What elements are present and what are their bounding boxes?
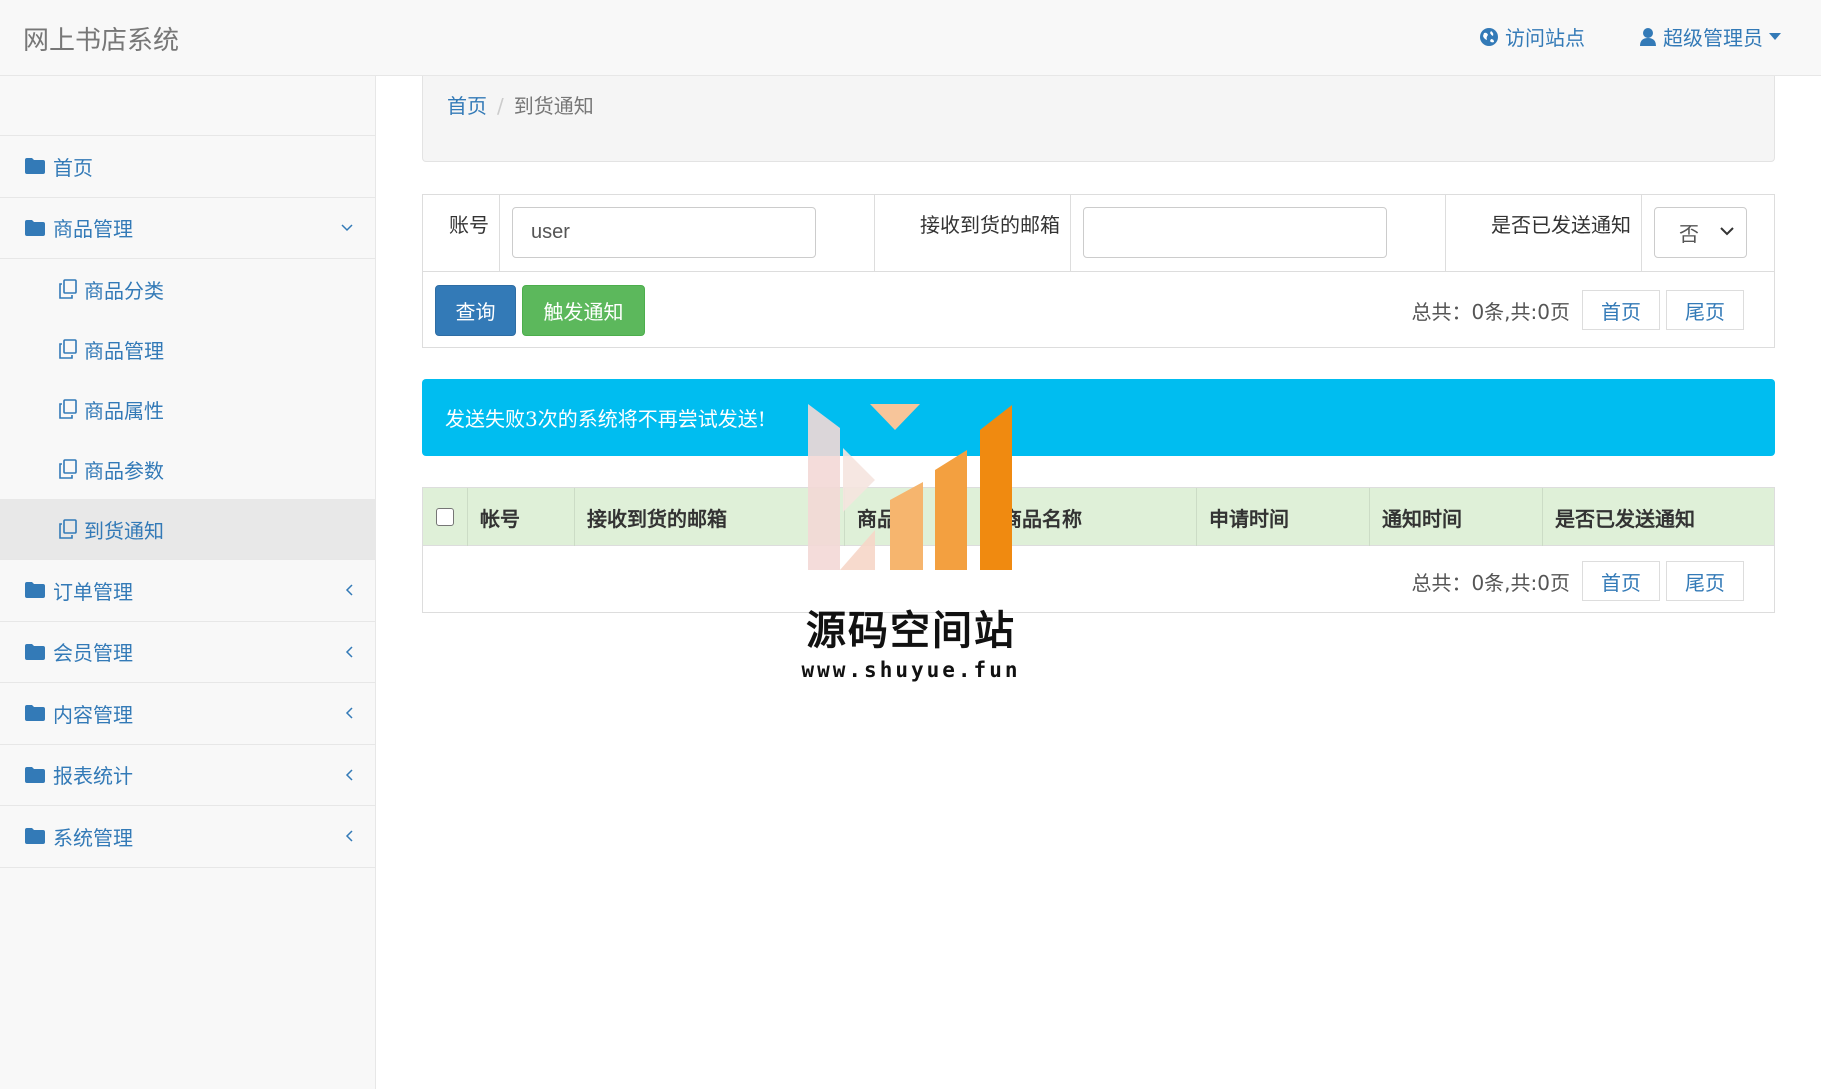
folder-icon: [25, 643, 45, 660]
folder-icon: [25, 766, 45, 783]
chevron-left-icon: [345, 646, 353, 658]
top-pager: 总共：0条,共:0页 首页 尾页: [1411, 290, 1744, 330]
first-page-button[interactable]: 首页: [1582, 561, 1660, 601]
breadcrumb: 首页 / 到货通知: [422, 76, 1775, 162]
sidebar-subitem-params[interactable]: 商品参数: [0, 439, 375, 499]
notice-table: 帐号 接收到货的邮箱 商品 商品名称 申请时间 通知时间 是否已发送通知 总共：…: [422, 487, 1775, 613]
visit-site-link[interactable]: 访问站点: [1479, 22, 1585, 51]
sidebar-subitem-attributes[interactable]: 商品属性: [0, 379, 375, 439]
email-input[interactable]: [1083, 207, 1387, 258]
select-all-checkbox[interactable]: [436, 508, 454, 526]
sidebar-item-label: 首页: [53, 155, 93, 180]
chevron-down-icon: [1720, 227, 1734, 236]
chevron-left-icon: [345, 707, 353, 719]
chevron-left-icon: [345, 584, 353, 596]
sent-status-value: 否: [1679, 222, 1699, 246]
pager-info: 总共：0条,共:0页: [1411, 299, 1570, 324]
first-page-button[interactable]: 首页: [1582, 290, 1660, 330]
visit-site-label: 访问站点: [1505, 26, 1585, 50]
sidebar-subitem-label: 商品参数: [84, 458, 164, 483]
top-navbar: 网上书店系统 访问站点 超级管理员: [0, 0, 1821, 76]
folder-icon: [25, 582, 45, 599]
table-header: 帐号 接收到货的邮箱 商品 商品名称 申请时间 通知时间 是否已发送通知: [423, 488, 1774, 546]
breadcrumb-current: 到货通知: [513, 94, 594, 118]
sidebar-item-label: 报表统计: [53, 764, 133, 789]
folder-icon: [25, 705, 45, 722]
chevron-down-icon: [341, 224, 353, 231]
column-header: 申请时间: [1197, 488, 1370, 546]
account-label: 账号: [449, 213, 489, 237]
column-header: 通知时间: [1370, 488, 1543, 546]
last-page-button[interactable]: 尾页: [1666, 290, 1744, 330]
folder-icon: [25, 158, 45, 175]
sidebar-subitem-label: 到货通知: [84, 518, 164, 543]
sidebar-item-content[interactable]: 内容管理: [0, 683, 375, 745]
sidebar-item-label: 订单管理: [53, 579, 133, 604]
folder-icon: [25, 219, 45, 236]
breadcrumb-home[interactable]: 首页: [447, 94, 487, 118]
sidebar-subitem-label: 商品属性: [84, 398, 164, 423]
sidebar-item-label: 系统管理: [53, 825, 133, 850]
sidebar-item-members[interactable]: 会员管理: [0, 622, 375, 683]
email-label: 接收到货的邮箱: [920, 213, 1060, 237]
chevron-left-icon: [345, 830, 353, 842]
sidebar-subitem-category[interactable]: 商品分类: [0, 259, 375, 319]
info-alert: 发送失败3次的系统将不再尝试发送!: [422, 379, 1775, 456]
sidebar-item-orders[interactable]: 订单管理: [0, 560, 375, 622]
watermark-url: www.shuyue.fun: [801, 658, 1021, 682]
sidebar-subitem-label: 商品分类: [84, 278, 164, 303]
sidebar: 首页 商品管理 商品分类 商品管理 商品属性 商品参数 到货通知 订单管理 会员…: [0, 76, 376, 1089]
sidebar-item-reports[interactable]: 报表统计: [0, 745, 375, 806]
sidebar-item-label: 商品管理: [53, 217, 133, 242]
sidebar-item-goods-management[interactable]: 商品管理: [0, 198, 375, 259]
watermark-title: 源码空间站: [806, 608, 1016, 654]
sent-status-select[interactable]: 否: [1654, 207, 1747, 258]
sent-status-label: 是否已发送通知: [1491, 213, 1631, 237]
caret-down-icon: [1769, 32, 1781, 40]
copy-icon: [59, 519, 77, 539]
pager-info: 总共：0条,共:0页: [1411, 570, 1570, 595]
sidebar-item-home[interactable]: 首页: [0, 136, 375, 198]
sidebar-subitem-label: 商品管理: [84, 338, 164, 363]
sidebar-item-system[interactable]: 系统管理: [0, 806, 375, 868]
user-icon: [1640, 27, 1656, 46]
folder-icon: [25, 828, 45, 845]
copy-icon: [59, 279, 77, 299]
copy-icon: [59, 459, 77, 479]
user-menu[interactable]: 超级管理员: [1639, 22, 1781, 51]
sidebar-item-label: 内容管理: [53, 702, 133, 727]
chevron-left-icon: [345, 769, 353, 781]
copy-icon: [59, 339, 77, 359]
globe-icon: [1480, 27, 1498, 46]
sidebar-subitem-goods[interactable]: 商品管理: [0, 319, 375, 379]
bottom-pager: 总共：0条,共:0页 首页 尾页: [1411, 561, 1744, 601]
breadcrumb-separator: /: [497, 94, 504, 118]
app-title[interactable]: 网上书店系统: [23, 20, 179, 57]
column-header: 是否已发送通知: [1555, 506, 1695, 531]
column-header: 帐号: [468, 488, 575, 546]
user-name: 超级管理员: [1663, 26, 1763, 50]
sidebar-item-label: 会员管理: [53, 641, 133, 666]
trigger-notice-button[interactable]: 触发通知: [522, 285, 645, 336]
last-page-button[interactable]: 尾页: [1666, 561, 1744, 601]
copy-icon: [59, 399, 77, 419]
sidebar-subitem-arrival-notice[interactable]: 到货通知: [0, 499, 375, 559]
account-input[interactable]: user: [512, 207, 816, 258]
filter-panel: 账号 user 接收到货的邮箱 是否已发送通知 否 查询 触发通知 总共：0条,…: [422, 194, 1775, 348]
query-button[interactable]: 查询: [435, 285, 516, 336]
